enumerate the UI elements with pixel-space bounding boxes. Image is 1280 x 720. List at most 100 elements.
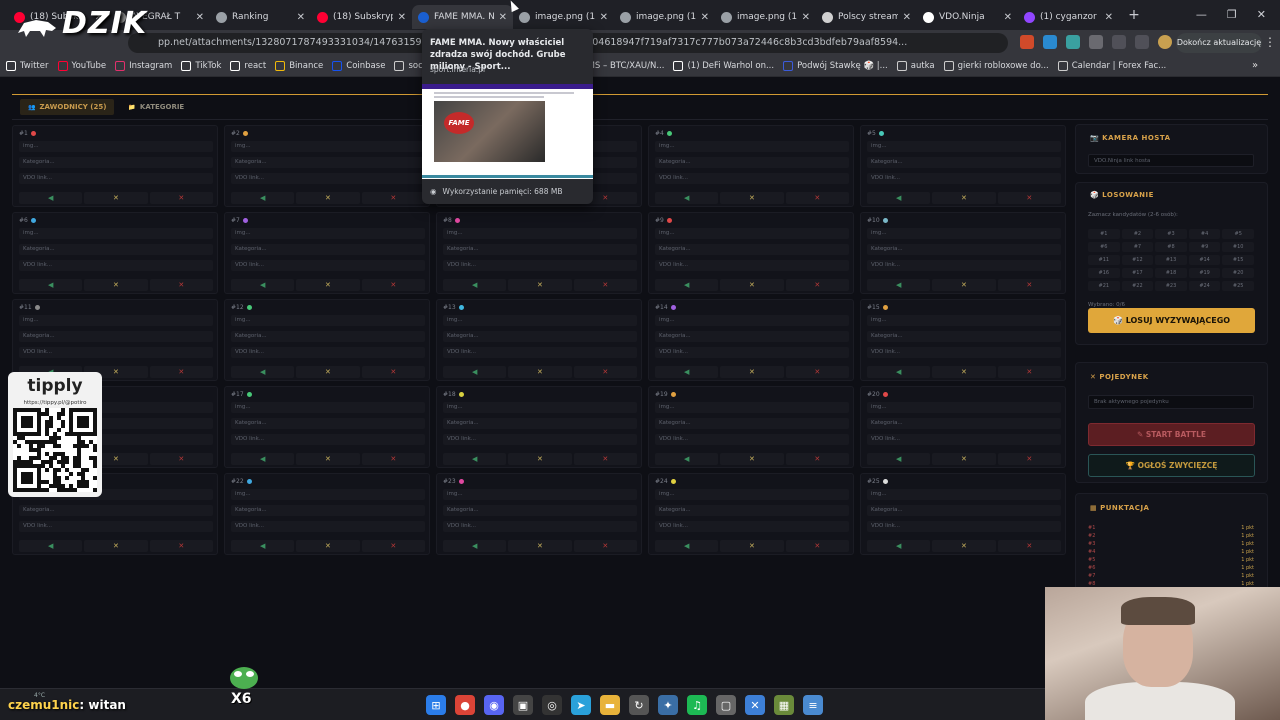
category-input[interactable]: Kategoria... — [231, 505, 425, 516]
new-tab-icon[interactable]: + — [1123, 7, 1145, 23]
select-button[interactable]: ✕ — [720, 192, 784, 204]
remove-button[interactable]: ✕ — [361, 540, 425, 552]
select-button[interactable]: ✕ — [932, 366, 996, 378]
reading-list-icon[interactable] — [1112, 35, 1126, 49]
bookmark-item[interactable]: autka — [896, 61, 935, 71]
image-input[interactable]: img... — [231, 489, 425, 500]
remove-button[interactable]: ✕ — [997, 366, 1061, 378]
speaker-button[interactable]: ◀ — [443, 453, 507, 465]
vdo-link-input[interactable]: VDO link... — [867, 260, 1061, 271]
tab-search-icon[interactable] — [1135, 35, 1149, 49]
candidate-checkbox[interactable]: #5 — [1222, 229, 1254, 239]
candidate-checkbox[interactable]: #3 — [1155, 229, 1187, 239]
select-button[interactable]: ✕ — [296, 453, 360, 465]
candidate-checkbox[interactable]: #14 — [1188, 255, 1221, 265]
bookmark-item[interactable]: TikTok — [181, 61, 221, 71]
image-input[interactable]: img... — [443, 315, 637, 326]
vdo-link-input[interactable]: VDO link... — [655, 434, 849, 445]
speaker-button[interactable]: ◀ — [231, 453, 295, 465]
category-input[interactable]: Kategoria... — [655, 331, 849, 342]
x-app-icon[interactable]: ✕ — [745, 695, 765, 715]
vdo-link-input[interactable]: VDO link... — [231, 521, 425, 532]
remove-button[interactable]: ✕ — [361, 366, 425, 378]
speaker-button[interactable]: ◀ — [231, 540, 295, 552]
bookmark-item[interactable]: Calendar | Forex Fac... — [1057, 61, 1166, 71]
speaker-button[interactable]: ◀ — [443, 279, 507, 291]
remove-button[interactable]: ✕ — [573, 453, 637, 465]
vdo-link-input[interactable]: VDO link... — [19, 347, 213, 358]
vdo-link-input[interactable]: VDO link... — [19, 521, 213, 532]
category-input[interactable]: Kategoria... — [443, 331, 637, 342]
app-tab[interactable]: 📁 KATEGORIE — [120, 99, 192, 115]
image-input[interactable]: img... — [443, 402, 637, 413]
category-input[interactable]: Kategoria... — [655, 505, 849, 516]
candidate-checkbox[interactable]: #7 — [1121, 242, 1154, 252]
candidate-checkbox[interactable]: #19 — [1188, 268, 1221, 278]
speaker-button[interactable]: ◀ — [19, 279, 83, 291]
bookmark-item[interactable]: Podwój Stawkę 🎲 |... — [783, 61, 888, 71]
select-button[interactable]: ✕ — [720, 540, 784, 552]
app-tab[interactable]: 👥 ZAWODNICY (25) — [20, 99, 115, 115]
candidate-checkbox[interactable]: #6 — [1088, 242, 1120, 252]
select-button[interactable]: ✕ — [932, 279, 996, 291]
vdo-link-input[interactable]: VDO link... — [231, 434, 425, 445]
category-input[interactable]: Kategoria... — [19, 157, 213, 168]
telegram-icon[interactable]: ➤ — [571, 695, 591, 715]
remove-button[interactable]: ✕ — [361, 192, 425, 204]
extension-icon[interactable] — [1020, 35, 1034, 49]
candidate-checkbox[interactable]: #9 — [1188, 242, 1221, 252]
vdo-link-input[interactable]: VDO link... — [867, 173, 1061, 184]
obs-icon[interactable]: ◎ — [542, 695, 562, 715]
candidate-checkbox[interactable]: #15 — [1222, 255, 1254, 265]
browser-tab[interactable]: image.png (12 ✕ — [614, 5, 715, 29]
candidate-checkbox[interactable]: #12 — [1121, 255, 1154, 265]
image-input[interactable]: img... — [655, 141, 849, 152]
bookmark-item[interactable]: YouTube — [57, 61, 106, 71]
select-button[interactable]: ✕ — [932, 540, 996, 552]
host-camera-input[interactable]: VDO.Ninja link hosta — [1088, 154, 1254, 167]
image-input[interactable]: img... — [231, 141, 425, 152]
select-button[interactable]: ✕ — [84, 540, 148, 552]
app-icon[interactable]: ▣ — [513, 695, 533, 715]
browser-tab[interactable]: FAME MMA. N ✕ — [412, 5, 513, 29]
candidate-checkbox[interactable]: #4 — [1188, 229, 1221, 239]
vdo-link-input[interactable]: VDO link... — [655, 521, 849, 532]
speaker-button[interactable]: ◀ — [867, 279, 931, 291]
image-input[interactable]: img... — [443, 489, 637, 500]
select-button[interactable]: ✕ — [84, 192, 148, 204]
speaker-button[interactable]: ◀ — [231, 192, 295, 204]
image-input[interactable]: img... — [867, 228, 1061, 239]
image-input[interactable]: img... — [19, 141, 213, 152]
select-button[interactable]: ✕ — [508, 540, 572, 552]
candidate-checkbox[interactable]: #2 — [1121, 229, 1154, 239]
image-input[interactable]: img... — [19, 228, 213, 239]
tab-close-icon[interactable]: ✕ — [600, 12, 608, 23]
image-input[interactable]: img... — [655, 315, 849, 326]
start-battle-button[interactable]: ✎ START BATTLE — [1088, 423, 1255, 446]
vdo-link-input[interactable]: VDO link... — [867, 434, 1061, 445]
candidate-checkbox[interactable]: #17 — [1121, 268, 1154, 278]
speaker-button[interactable]: ◀ — [655, 540, 719, 552]
candidate-checkbox[interactable]: #25 — [1222, 281, 1254, 291]
remove-button[interactable]: ✕ — [997, 540, 1061, 552]
image-input[interactable]: img... — [231, 402, 425, 413]
remove-button[interactable]: ✕ — [997, 279, 1061, 291]
remove-button[interactable]: ✕ — [997, 192, 1061, 204]
image-input[interactable]: img... — [19, 315, 213, 326]
select-button[interactable]: ✕ — [296, 192, 360, 204]
vdo-link-input[interactable]: VDO link... — [443, 347, 637, 358]
speaker-button[interactable]: ◀ — [867, 453, 931, 465]
remove-button[interactable]: ✕ — [149, 192, 213, 204]
vdo-link-input[interactable]: VDO link... — [231, 173, 425, 184]
tab-close-icon[interactable]: ✕ — [1105, 12, 1113, 23]
extensions-puzzle-icon[interactable] — [1089, 35, 1103, 49]
windows-start-icon[interactable]: ⊞ — [426, 695, 446, 715]
vdo-link-input[interactable]: VDO link... — [443, 260, 637, 271]
category-input[interactable]: Kategoria... — [19, 244, 213, 255]
category-input[interactable]: Kategoria... — [443, 418, 637, 429]
category-input[interactable]: Kategoria... — [443, 505, 637, 516]
browser-tab[interactable]: (1) cyganzor - ✕ — [1018, 5, 1119, 29]
speaker-button[interactable]: ◀ — [867, 192, 931, 204]
category-input[interactable]: Kategoria... — [867, 505, 1061, 516]
tab-close-icon[interactable]: ✕ — [499, 12, 507, 23]
